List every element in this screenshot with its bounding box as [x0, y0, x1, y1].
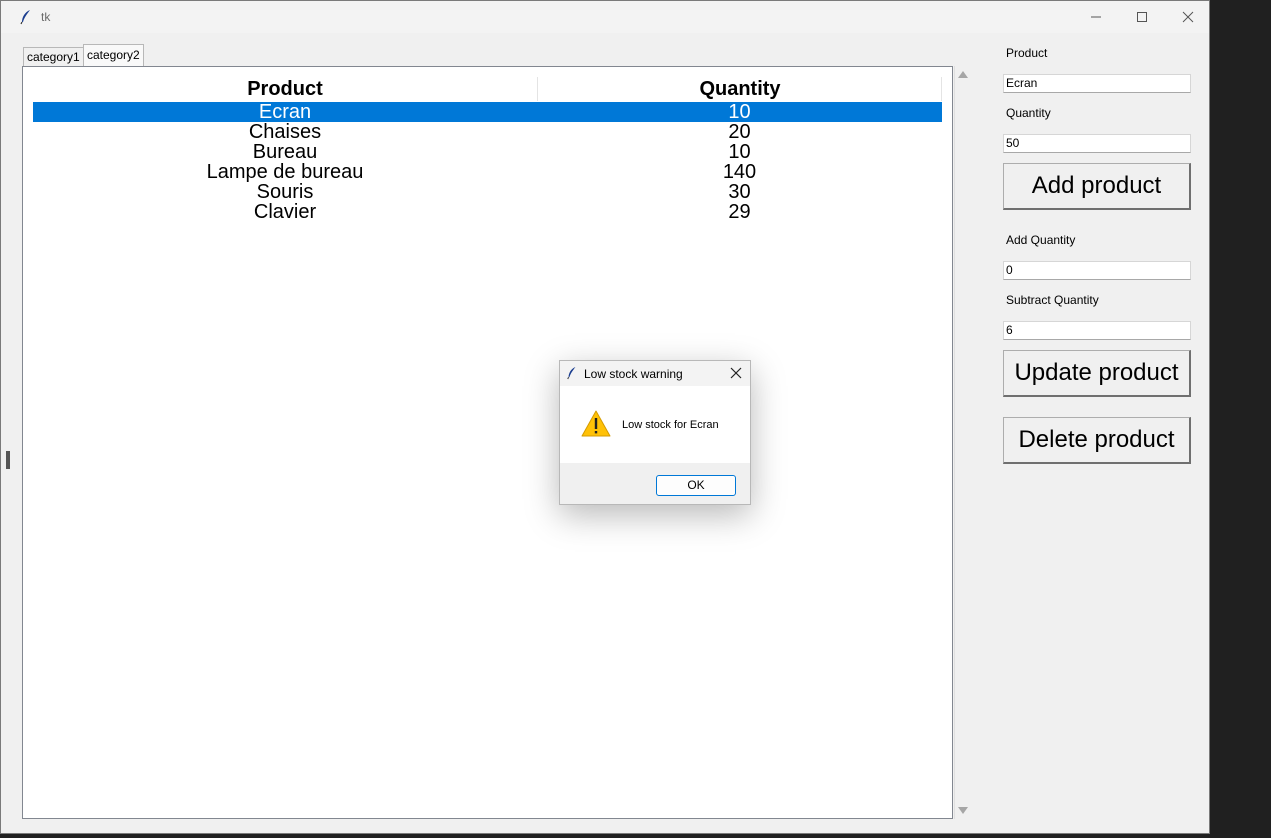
window-edge-handle: [6, 451, 10, 469]
product-cell: Ecran: [258, 102, 312, 122]
title-bar[interactable]: tk: [1, 1, 1209, 33]
close-button[interactable]: [1165, 1, 1211, 33]
product-cell: Clavier: [253, 202, 317, 222]
vertical-scrollbar[interactable]: [954, 66, 970, 819]
column-header-quantity[interactable]: Quantity: [537, 77, 943, 101]
quantity-cell: 10: [728, 102, 751, 122]
delete-product-button[interactable]: Delete product: [1003, 417, 1191, 464]
column-header-product[interactable]: Product: [33, 77, 537, 101]
close-icon[interactable]: [728, 365, 744, 381]
column-divider[interactable]: [941, 77, 942, 101]
feather-icon: [20, 10, 30, 25]
warning-icon: [581, 410, 611, 437]
close-icon: [1182, 11, 1194, 23]
dialog-body: Low stock for Ecran: [560, 386, 750, 463]
table-row[interactable]: Bureau 10: [33, 142, 942, 162]
subtract-quantity-field[interactable]: 6: [1003, 321, 1191, 340]
product-label: Product: [1006, 46, 1048, 60]
feather-icon: [567, 367, 576, 380]
product-cell: Lampe de bureau: [206, 162, 364, 182]
table-row[interactable]: Clavier 29: [33, 202, 942, 222]
quantity-cell: 140: [722, 162, 757, 182]
maximize-button[interactable]: [1119, 1, 1165, 33]
quantity-label: Quantity: [1006, 106, 1051, 120]
dialog-message: Low stock for Ecran: [622, 419, 719, 431]
minimize-button[interactable]: [1073, 1, 1119, 33]
quantity-cell: 29: [728, 202, 751, 222]
table-row[interactable]: Ecran 10: [33, 102, 942, 122]
tab-category1[interactable]: category1: [23, 47, 84, 66]
low-stock-dialog: Low stock warning Low stock for Ecran OK: [559, 360, 751, 505]
product-cell: Souris: [256, 182, 314, 202]
quantity-cell: 10: [728, 142, 751, 162]
product-table[interactable]: Product Quantity Ecran 10 Chaises 20 Bur…: [22, 66, 953, 819]
subtract-quantity-label: Subtract Quantity: [1006, 293, 1099, 307]
product-field[interactable]: Ecran: [1003, 74, 1191, 93]
quantity-field[interactable]: 50: [1003, 134, 1191, 153]
product-cell: Chaises: [248, 122, 322, 142]
quantity-cell: 30: [728, 182, 751, 202]
table-row[interactable]: Souris 30: [33, 182, 942, 202]
add-quantity-label: Add Quantity: [1006, 233, 1076, 247]
product-cell: Bureau: [252, 142, 318, 162]
scroll-up-arrow-icon[interactable]: [958, 71, 968, 78]
dialog-title: Low stock warning: [584, 367, 683, 381]
add-product-button[interactable]: Add product: [1003, 163, 1191, 210]
scroll-down-arrow-icon[interactable]: [958, 807, 968, 814]
minimize-icon: [1091, 16, 1101, 18]
ok-button[interactable]: OK: [656, 475, 736, 496]
quantity-cell: 20: [728, 122, 751, 142]
update-product-button[interactable]: Update product: [1003, 350, 1191, 397]
table-row[interactable]: Chaises 20: [33, 122, 942, 142]
table-row[interactable]: Lampe de bureau 140: [33, 162, 942, 182]
tab-category2[interactable]: category2: [83, 44, 144, 66]
dialog-title-bar[interactable]: Low stock warning: [560, 361, 750, 386]
add-quantity-field[interactable]: 0: [1003, 261, 1191, 280]
maximize-icon: [1137, 12, 1147, 22]
window-title: tk: [41, 10, 51, 24]
